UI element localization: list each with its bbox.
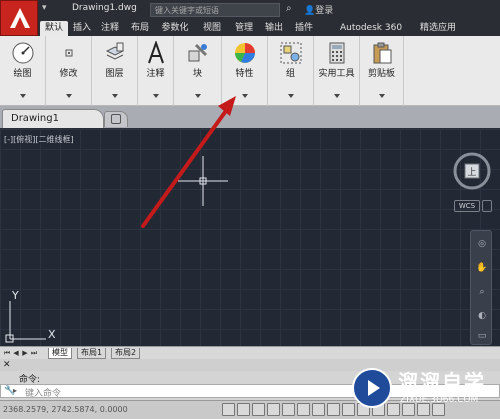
watermark-logo-icon — [352, 368, 392, 408]
document-title: Drawing1.dwg — [72, 3, 137, 13]
ducs-icon[interactable] — [312, 403, 325, 416]
ribbon-panel[interactable]: 块 — [174, 36, 222, 106]
block-icon[interactable] — [184, 40, 212, 66]
watermark-brand: 溜溜自学 — [398, 370, 486, 394]
ucs-x-label: X — [48, 328, 56, 341]
ribbon-tab[interactable]: 布局 — [126, 21, 154, 36]
ribbon-panel-label: 修改 — [59, 69, 78, 79]
ribbon-tab[interactable]: 插入 — [68, 21, 96, 36]
coordinates-readout: 2368.2579, 2742.5874, 0.0000 — [3, 405, 128, 414]
title-bar: ▾ Drawing1.dwg 键入关键字或短语 ⌕ 👤登录 — [0, 0, 500, 20]
watermark: 溜溜自学 ZIXUE.3D66.COM — [352, 362, 498, 416]
modify-icon[interactable] — [55, 40, 83, 66]
grid-icon[interactable] — [237, 403, 250, 416]
command-placeholder: 键入命令 — [25, 389, 62, 399]
ribbon-tab[interactable]: 注释 — [96, 21, 124, 36]
ribbon-panel[interactable]: 剪贴板 — [360, 36, 404, 106]
chevron-down-icon[interactable] — [333, 94, 340, 98]
watermark-url: ZIXUE.3D66.COM — [400, 395, 479, 405]
polar-icon[interactable] — [267, 403, 280, 416]
ribbon-panel[interactable]: 实用工具 — [314, 36, 360, 106]
ribbon-panel-label: 剪贴板 — [367, 69, 395, 79]
chevron-down-icon[interactable] — [111, 94, 118, 98]
ribbon-tab[interactable]: 插件 — [290, 21, 318, 36]
chevron-down-icon[interactable] — [194, 94, 201, 98]
utilities-icon[interactable] — [323, 40, 351, 66]
ribbon-panel[interactable]: 图层 — [92, 36, 138, 106]
ribbon-panel-label: 特性 — [235, 69, 254, 79]
ribbon-tab[interactable]: 视图 — [198, 21, 226, 36]
login-button[interactable]: 👤登录 — [304, 3, 333, 16]
user-icon: 👤 — [304, 6, 316, 16]
login-label: 登录 — [315, 6, 334, 16]
chevron-down-icon[interactable] — [287, 94, 294, 98]
ribbon-panel-label: 块 — [192, 69, 202, 79]
ribbon-panel-label: 注释 — [146, 69, 165, 79]
ribbon-tab[interactable]: 精选应用 — [412, 21, 464, 36]
close-icon[interactable]: ✕ — [3, 360, 11, 370]
autocad-logo-icon — [10, 8, 30, 28]
quick-access-toolbar[interactable]: ▾ — [42, 3, 47, 13]
drawing-area[interactable]: [-][俯视][二维线框] 上 WCS ◎ ✋ ⌕ ◐ ▭ Y X — [0, 129, 500, 346]
ribbon-tab[interactable]: Autodesk 360 — [334, 21, 408, 36]
ribbon-panel-label: 绘图 — [13, 69, 32, 79]
drawing-overlay: Y X — [5, 156, 228, 343]
ribbon-tab[interactable]: 默认 — [40, 21, 68, 36]
new-file-icon — [111, 114, 121, 124]
layout-tab-bar: ⏮ ◀ ▶ ⏭ 模型 布局1 布局2 — [0, 346, 500, 359]
tab-layout1[interactable]: 布局1 — [77, 348, 107, 359]
draw-icon[interactable] — [9, 40, 37, 66]
chevron-down-icon[interactable] — [378, 94, 385, 98]
ribbon-tab[interactable]: 管理 — [230, 21, 258, 36]
command-search-icon[interactable]: ▸ — [13, 386, 17, 395]
binoculars-icon[interactable]: ⌕ — [286, 3, 292, 14]
ribbon-panel[interactable]: 特性 — [222, 36, 268, 106]
layers-icon[interactable] — [101, 40, 129, 66]
ribbon-panel[interactable]: 修改 — [46, 36, 92, 106]
tab-layout2[interactable]: 布局2 — [111, 348, 141, 359]
ucs-y-label: Y — [11, 289, 19, 302]
last-tab-arrow-icon[interactable]: ⏭ — [30, 348, 38, 358]
new-drawing-tab[interactable] — [104, 111, 128, 127]
next-tab-arrow-icon[interactable]: ▶ — [21, 348, 29, 358]
file-tab-bar: Drawing1 — [0, 106, 500, 128]
ribbon-panel[interactable]: 注释 — [138, 36, 174, 106]
search-input[interactable]: 键入关键字或短语 — [150, 3, 280, 17]
snap-icon[interactable] — [222, 403, 235, 416]
ribbon-tab[interactable]: 参数化 — [156, 21, 194, 36]
qat-dropdown-icon[interactable]: ▾ — [42, 3, 47, 13]
chevron-down-icon[interactable] — [19, 94, 26, 98]
ribbon-panel-label: 实用工具 — [318, 69, 355, 79]
otrack-icon[interactable] — [297, 403, 310, 416]
ribbon-panel[interactable]: 组 — [268, 36, 314, 106]
ortho-icon[interactable] — [252, 403, 265, 416]
chevron-down-icon[interactable] — [65, 94, 72, 98]
file-tab-drawing1[interactable]: Drawing1 — [2, 109, 104, 128]
ribbon-tab-bar: 默认 插入 注释 布局 参数化 视图 管理 输出 插件 Autodesk 360 精选应用 — [38, 20, 500, 36]
prev-tab-arrow-icon[interactable]: ◀ — [12, 348, 20, 358]
tab-model[interactable]: 模型 — [48, 348, 72, 359]
ribbon-panel[interactable]: 绘图 — [0, 36, 46, 106]
application-menu-button[interactable] — [0, 0, 38, 36]
osnap-icon[interactable] — [282, 403, 295, 416]
first-tab-arrow-icon[interactable]: ⏮ — [3, 348, 11, 358]
annotation-icon[interactable] — [142, 40, 170, 66]
ribbon-panel-label: 图层 — [105, 69, 124, 79]
chevron-down-icon[interactable] — [152, 94, 159, 98]
ribbon-tab[interactable]: 输出 — [260, 21, 288, 36]
group-icon[interactable] — [277, 40, 305, 66]
dyn-icon[interactable] — [327, 403, 340, 416]
properties-icon[interactable] — [231, 40, 259, 66]
clipboard-icon[interactable] — [368, 40, 396, 66]
ribbon: 绘图 修改 图层 注释 块 特性 组 实用工具 剪贴板 — [0, 36, 500, 106]
ribbon-panel-label: 组 — [285, 69, 295, 79]
chevron-down-icon[interactable] — [241, 94, 248, 98]
